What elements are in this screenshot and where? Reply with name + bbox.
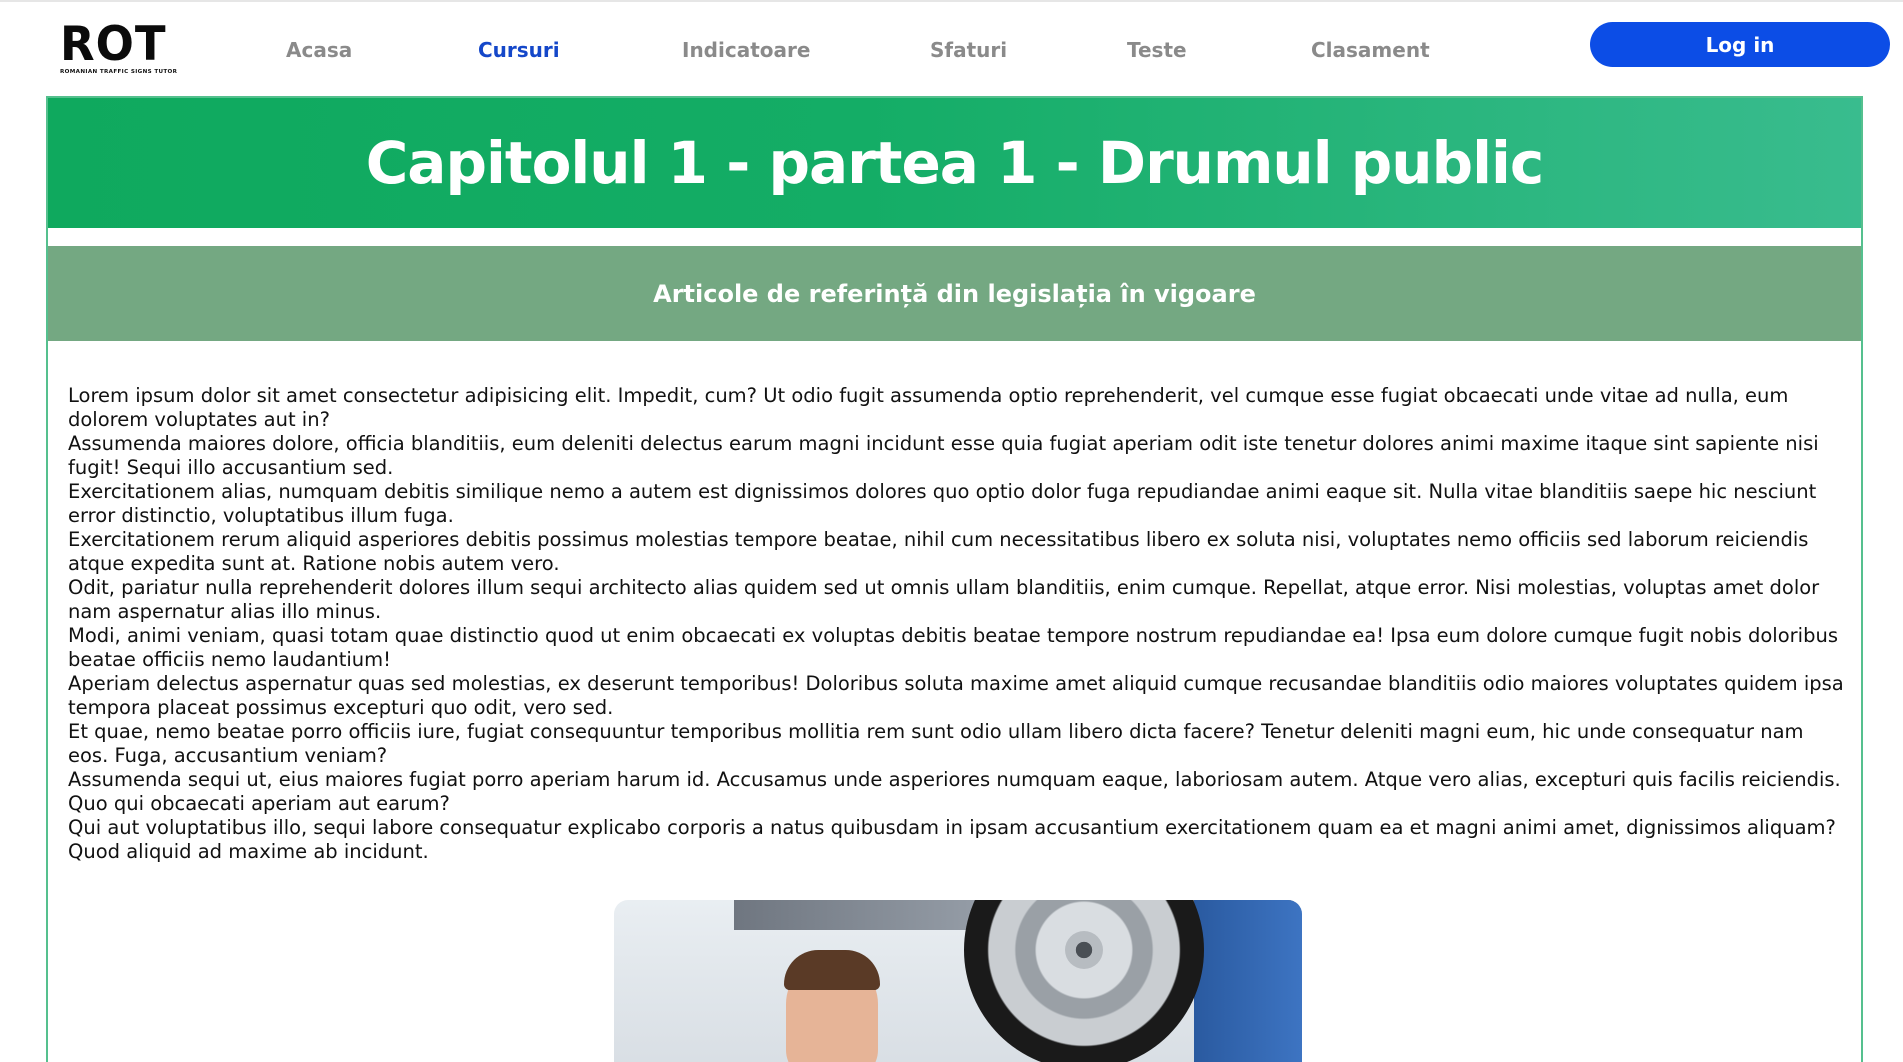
article-paragraph: Aperiam delectus aspernatur quas sed mol… bbox=[68, 672, 1844, 719]
article-paragraph: Qui aut voluptatibus illo, sequi labore … bbox=[68, 816, 1836, 863]
nav-link-clasament[interactable]: Clasament bbox=[1311, 38, 1430, 62]
section-subtitle: Articole de referință din legislația în … bbox=[653, 279, 1256, 308]
title-banner: Capitolul 1 - partea 1 - Drumul public bbox=[48, 98, 1861, 228]
course-content: Capitolul 1 - partea 1 - Drumul public A… bbox=[46, 96, 1863, 1062]
article-paragraph: Exercitationem rerum aliquid asperiores … bbox=[68, 528, 1809, 575]
article-paragraph: Modi, animi veniam, quasi totam quae dis… bbox=[68, 624, 1838, 671]
nav-link-acasa[interactable]: Acasa bbox=[286, 38, 352, 62]
article-paragraph: Assumenda sequi ut, eius maiores fugiat … bbox=[68, 768, 1841, 815]
site-logo[interactable]: ROT ROMANIAN TRAFFIC SIGNS TUTOR bbox=[60, 15, 200, 76]
login-button[interactable]: Log in bbox=[1590, 22, 1890, 67]
top-navbar: ROT ROMANIAN TRAFFIC SIGNS TUTOR Acasa C… bbox=[0, 2, 1903, 96]
mechanic-hair-graphic bbox=[784, 950, 880, 990]
car-wheel-graphic bbox=[964, 900, 1204, 1062]
article-paragraph: Lorem ipsum dolor sit amet consectetur a… bbox=[68, 384, 1789, 431]
nav-link-sfaturi[interactable]: Sfaturi bbox=[930, 38, 1007, 62]
wheel-hub-graphic bbox=[1065, 931, 1103, 969]
nav-link-teste[interactable]: Teste bbox=[1127, 38, 1187, 62]
mechanic-photo bbox=[614, 900, 1302, 1062]
article-paragraph: Exercitationem alias, numquam debitis si… bbox=[68, 480, 1817, 527]
article-text: Lorem ipsum dolor sit amet consectetur a… bbox=[68, 384, 1848, 864]
article-paragraph: Odit, pariatur nulla reprehenderit dolor… bbox=[68, 576, 1820, 623]
nav-link-cursuri[interactable]: Cursuri bbox=[478, 38, 560, 62]
article-paragraph: Et quae, nemo beatae porro officiis iure… bbox=[68, 720, 1804, 767]
logo-wordmark: ROT bbox=[60, 15, 167, 72]
subtitle-banner: Articole de referință din legislația în … bbox=[48, 246, 1861, 341]
page-title: Capitolul 1 - partea 1 - Drumul public bbox=[365, 129, 1545, 197]
lift-post-graphic bbox=[1194, 900, 1302, 1062]
article-paragraph: Assumenda maiores dolore, officia blandi… bbox=[68, 432, 1819, 479]
nav-link-indicatoare[interactable]: Indicatoare bbox=[682, 38, 810, 62]
